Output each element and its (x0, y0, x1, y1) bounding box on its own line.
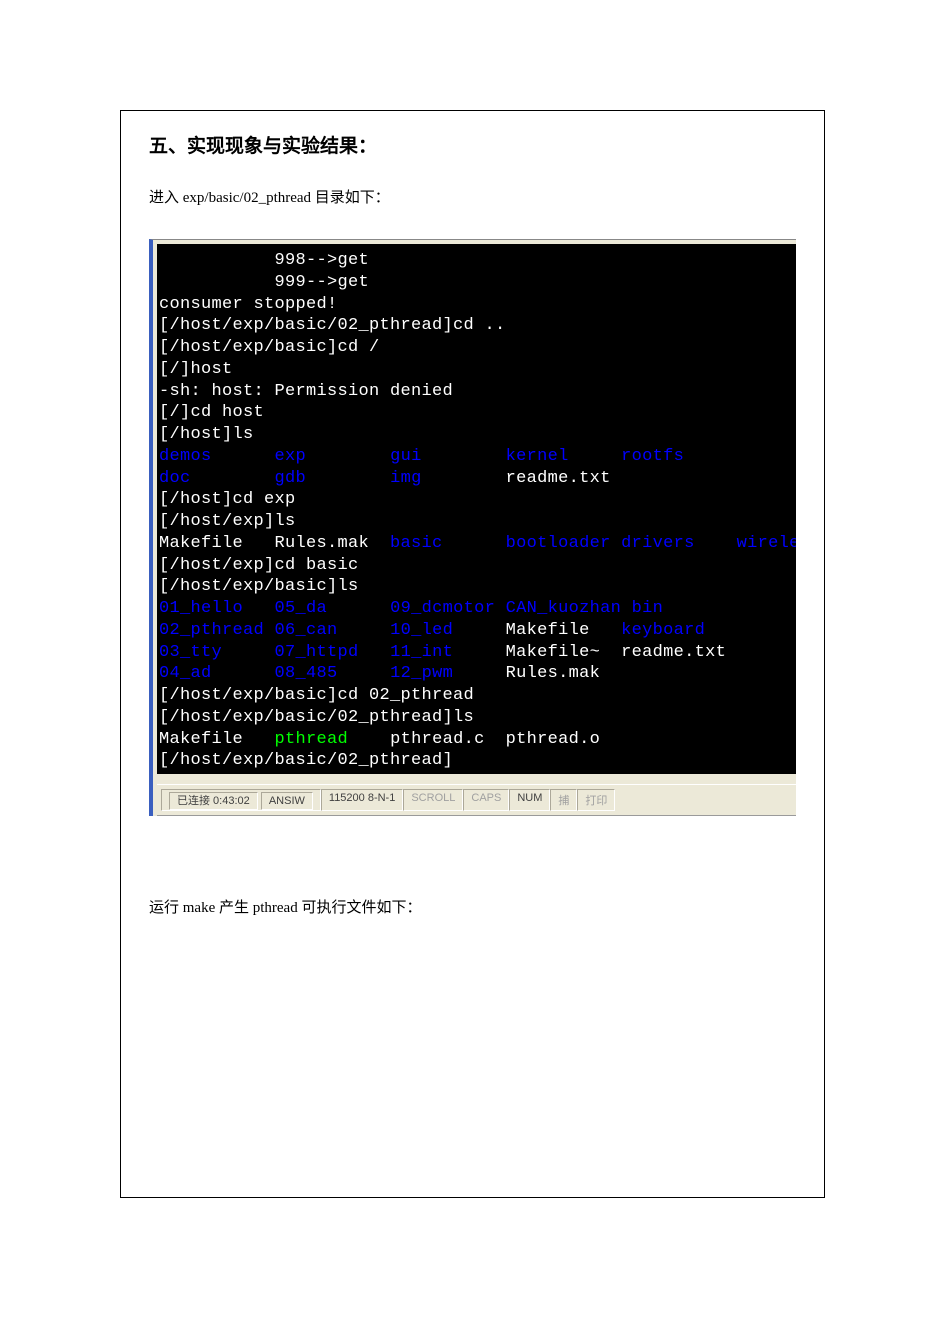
terminal-output: 998-->get 999-->get consumer stopped! [/… (157, 244, 796, 774)
status-serial: 115200 8-N-1 (321, 789, 403, 811)
status-num: NUM (509, 789, 550, 811)
status-caps: CAPS (463, 789, 509, 811)
status-scroll: SCROLL (403, 789, 463, 811)
terminal-window: 998-->get 999-->get consumer stopped! [/… (149, 239, 796, 816)
status-connection: 已连接 0:43:02 ANSIW (161, 789, 321, 811)
status-bar: 已连接 0:43:02 ANSIW 115200 8-N-1 SCROLL CA… (157, 784, 796, 816)
status-print: 打印 (577, 789, 615, 811)
post-text: 运行 make 产生 pthread 可执行文件如下： (149, 896, 796, 917)
section-heading: 五、实现现象与实验结果： (149, 131, 796, 158)
intro-text: 进入 exp/basic/02_pthread 目录如下： (149, 186, 796, 207)
document-page: 五、实现现象与实验结果： 进入 exp/basic/02_pthread 目录如… (120, 110, 825, 1198)
status-capture: 捕 (550, 789, 577, 811)
